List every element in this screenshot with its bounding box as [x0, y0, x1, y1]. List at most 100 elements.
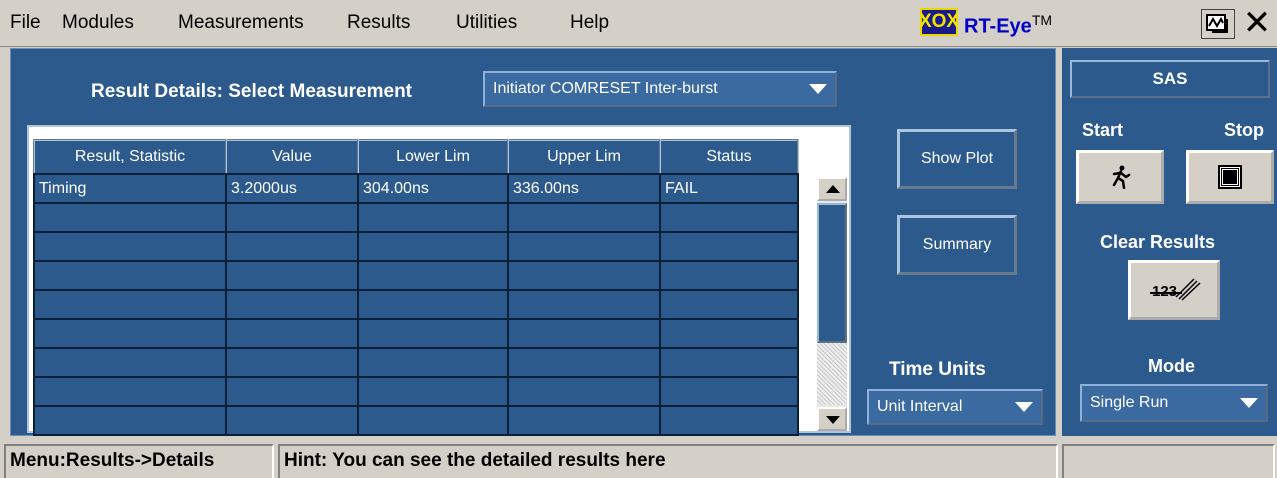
app-title-text: RT-Eye [964, 15, 1032, 38]
stop-label: Stop [1224, 120, 1264, 140]
cell-upper-lim [507, 202, 661, 233]
mode-select-value: Single Run [1090, 394, 1169, 411]
table-scrollbar[interactable] [817, 177, 847, 431]
chevron-down-icon [1240, 398, 1258, 408]
menu-utilities[interactable]: Utilities [456, 12, 517, 34]
result-details-label: Result Details: Select Measurement [91, 81, 413, 102]
cell-value [225, 231, 359, 262]
cell-result [33, 318, 227, 349]
cell-value [225, 260, 359, 291]
menu-measurements[interactable]: Measurements [178, 12, 304, 34]
cell-lower-lim [357, 231, 509, 262]
start-button[interactable] [1076, 150, 1164, 204]
cell-status [659, 289, 799, 320]
table-row[interactable] [33, 202, 799, 233]
table-row[interactable] [33, 347, 799, 378]
close-icon[interactable]: ✕ [1239, 5, 1275, 41]
cell-upper-lim [507, 231, 661, 262]
column-header-status[interactable]: Status [659, 139, 799, 175]
minimize-button[interactable] [1201, 9, 1235, 39]
chevron-down-icon [1015, 402, 1033, 412]
result-details-panel: Result Details: Select Measurement Initi… [10, 48, 1056, 436]
cell-result [33, 289, 227, 320]
stop-button[interactable] [1186, 150, 1274, 204]
table-row[interactable] [33, 260, 799, 291]
cell-status [659, 260, 799, 291]
sas-header: SAS [1070, 60, 1270, 98]
cell-result: Timing [33, 173, 227, 204]
sas-control-panel: SAS Start Stop Clear Results 123 Mode Si… [1062, 48, 1277, 436]
cell-status [659, 347, 799, 378]
status-hint: Hint: You can see the detailed results h… [278, 444, 1058, 478]
cell-result [33, 405, 227, 436]
table-row[interactable] [33, 231, 799, 262]
column-header-result[interactable]: Result, Statistic [33, 139, 227, 175]
show-plot-button[interactable]: Show Plot [897, 129, 1017, 189]
cell-status [659, 376, 799, 407]
scrollbar-thumb[interactable] [817, 203, 847, 343]
cell-lower-lim: 304.00ns [357, 173, 509, 204]
column-header-upper-lim[interactable]: Upper Lim [507, 139, 661, 175]
cell-lower-lim [357, 260, 509, 291]
cell-status [659, 202, 799, 233]
arrow-down-icon [826, 416, 840, 424]
cell-result [33, 347, 227, 378]
table-row[interactable] [33, 318, 799, 349]
scroll-up-button[interactable] [817, 177, 847, 201]
summary-button[interactable]: Summary [897, 215, 1017, 275]
cell-value: 3.2000us [225, 173, 359, 204]
scope-icon [1206, 14, 1228, 33]
cell-status: FAIL [659, 173, 799, 204]
menu-modules[interactable]: Modules [62, 12, 134, 34]
cell-lower-lim [357, 318, 509, 349]
column-header-lower-lim[interactable]: Lower Lim [357, 139, 509, 175]
cell-value [225, 318, 359, 349]
results-table-container: Result, Statistic Value Lower Lim Upper … [27, 125, 851, 436]
scrollbar-track[interactable] [817, 343, 847, 405]
cell-upper-lim [507, 347, 661, 378]
cell-upper-lim [507, 376, 661, 407]
time-units-value: Unit Interval [877, 398, 963, 415]
cell-value [225, 289, 359, 320]
arrow-up-icon [826, 185, 840, 193]
clear-results-label: Clear Results [1100, 232, 1216, 252]
table-row[interactable]: Timing 3.2000us 304.00ns 336.00ns FAIL [33, 173, 799, 204]
status-empty-cell [1062, 444, 1275, 478]
app-logo-text: XOX [918, 11, 960, 32]
menu-results[interactable]: Results [347, 12, 410, 34]
menu-file[interactable]: File [10, 12, 41, 34]
results-table-body: Timing 3.2000us 304.00ns 336.00ns FAIL [33, 173, 799, 436]
table-header-row: Result, Statistic Value Lower Lim Upper … [33, 139, 799, 175]
cell-lower-lim [357, 347, 509, 378]
start-label: Start [1082, 120, 1124, 140]
column-header-value[interactable]: Value [225, 139, 359, 175]
menu-help[interactable]: Help [570, 12, 609, 34]
cell-value [225, 347, 359, 378]
scroll-down-button[interactable] [817, 407, 847, 431]
cell-upper-lim [507, 405, 661, 436]
measurement-select[interactable]: Initiator COMRESET Inter-burst [483, 71, 837, 107]
status-menu-path: Menu:Results->Details [4, 444, 274, 478]
cell-upper-lim [507, 260, 661, 291]
mode-select[interactable]: Single Run [1080, 384, 1268, 422]
chevron-down-icon [809, 84, 827, 94]
time-units-select[interactable]: Unit Interval [867, 389, 1043, 425]
table-row[interactable] [33, 289, 799, 320]
cell-status [659, 231, 799, 262]
cell-upper-lim [507, 289, 661, 320]
table-row[interactable] [33, 405, 799, 436]
clear-icon: 123 [1146, 275, 1202, 305]
cell-result [33, 260, 227, 291]
running-man-icon [1112, 165, 1131, 189]
clear-results-button[interactable]: 123 [1128, 260, 1220, 320]
cell-upper-lim [507, 318, 661, 349]
eraser-icon [1150, 278, 1201, 301]
results-table: Result, Statistic Value Lower Lim Upper … [33, 139, 799, 436]
cell-value [225, 202, 359, 233]
cell-lower-lim [357, 405, 509, 436]
table-row[interactable] [33, 376, 799, 407]
cell-upper-lim: 336.00ns [507, 173, 661, 204]
cell-status [659, 318, 799, 349]
cell-lower-lim [357, 202, 509, 233]
measurement-select-value: Initiator COMRESET Inter-burst [493, 80, 718, 97]
